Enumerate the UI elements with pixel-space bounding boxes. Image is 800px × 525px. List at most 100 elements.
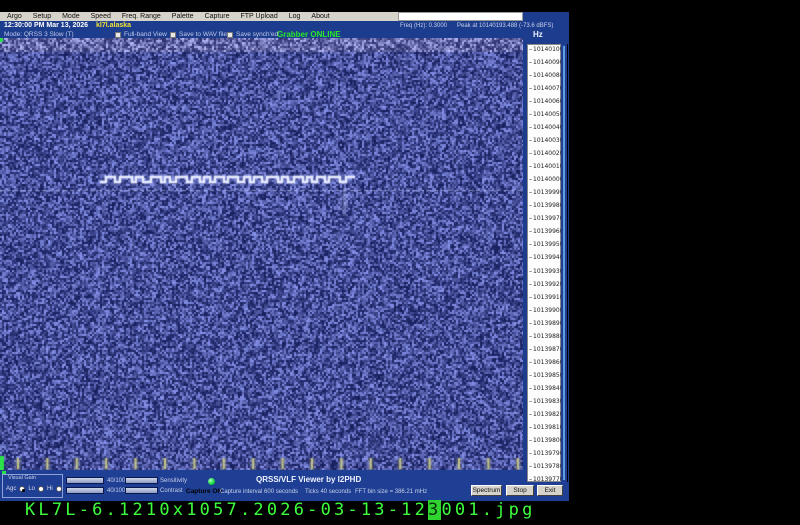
freq-readout: Freq (Hz): 0.3000 <box>400 23 447 29</box>
scale-tick-mark: – <box>529 359 532 366</box>
waterfall-display[interactable] <box>0 38 523 470</box>
scale-tick-mark: – <box>529 268 532 275</box>
status-row-time: 12:30:00 PM Mar 13, 2026 kl7l.alaska Fre… <box>0 21 569 30</box>
checkbox-label: Save synch'ed <box>236 31 278 38</box>
scale-tick-mark: – <box>529 59 532 66</box>
scale-tick-label: –10139930 <box>529 268 564 275</box>
scale-tick-mark: – <box>529 215 532 222</box>
frequency-scale: –10140100–10140090–10140080–10140070–101… <box>527 44 561 482</box>
radio-label-lo: Lo <box>28 486 35 492</box>
checkbox-box[interactable] <box>170 32 176 38</box>
menu-item-palette[interactable]: Palette <box>172 13 194 20</box>
menu-item-freq-range[interactable]: Freq. Range <box>122 13 161 20</box>
checkbox-save-to-wav-file[interactable]: Save to WAV file <box>170 31 227 38</box>
scale-tick-mark: – <box>529 398 532 405</box>
scale-tick-label: –10139980 <box>529 202 564 209</box>
scale-tick-label: –10139890 <box>529 320 564 327</box>
scale-tick-mark: – <box>529 46 532 53</box>
mode-text: Mode: QRSS 3 Slow (T) <box>4 31 74 38</box>
menu-item-setup[interactable]: Setup <box>33 13 51 20</box>
menu-item-argo[interactable]: Argo <box>7 13 22 20</box>
gain-radio-group: AgcLoHi <box>6 486 62 492</box>
radio-agc[interactable] <box>19 486 25 492</box>
scale-tick-label: –10140040 <box>529 124 564 131</box>
menu-bar: Argo Setup Mode Speed Freq. Range Palette Capt… <box>0 12 398 21</box>
scale-tick-mark: – <box>529 254 532 261</box>
scale-tick-mark: – <box>529 450 532 457</box>
status-row-mode: Mode: QRSS 3 Slow (T) Grabber ONLINE Hz … <box>0 30 569 38</box>
spectrum-button[interactable]: Spectrum <box>471 485 502 496</box>
checkbox-box[interactable] <box>115 32 121 38</box>
radio-label-agc: Agc <box>6 486 16 492</box>
scale-tick-mark: – <box>529 346 532 353</box>
station-callsign-text: kl7l.alaska <box>96 22 131 29</box>
sensitivity-led-indicator <box>208 478 215 485</box>
scale-tick-mark: – <box>529 163 532 170</box>
ticks-label: Ticks 40 seconds <box>305 489 351 495</box>
scale-tick-mark: – <box>529 228 532 235</box>
visual-gain-label: Visual Gain <box>7 475 37 481</box>
menu-item-ftp-upload[interactable]: FTP Upload <box>240 13 277 20</box>
fft-bin-size-label: FFT bin size = 386.21 mHz <box>355 489 427 495</box>
scale-tick-mark: – <box>529 98 532 105</box>
scale-tick-label: –10139870 <box>529 346 564 353</box>
viewer-title: QRSS/VLF Viewer by I2PHD <box>256 475 361 484</box>
peak-readout: Peak at 10140193.488 (-73.6 dBFS) <box>457 23 553 29</box>
scale-tick-label: –10139810 <box>529 424 564 431</box>
scale-tick-label: –10139880 <box>529 333 564 340</box>
capture-on-status: Capture ON <box>186 488 222 495</box>
menu-item-capture[interactable]: Capture <box>205 13 230 20</box>
radio-hi[interactable] <box>56 486 62 492</box>
scale-tick-label: –10139800 <box>529 437 564 444</box>
exit-button[interactable]: Exit <box>537 485 563 496</box>
scale-scrollbar[interactable] <box>561 44 568 482</box>
scale-tick-label: –10139780 <box>529 463 564 470</box>
checkbox-full-band-view[interactable]: Full-band View <box>115 31 167 38</box>
scale-tick-label: –10139860 <box>529 359 564 366</box>
scale-tick-mark: – <box>529 385 532 392</box>
menu-blank-field[interactable] <box>398 12 523 21</box>
scale-tick-mark: – <box>529 85 532 92</box>
scale-tick-label: –10140000 <box>529 176 564 183</box>
scale-tick-label: –10140010 <box>529 163 564 170</box>
radio-lo[interactable] <box>38 486 44 492</box>
scale-tick-mark: – <box>529 124 532 131</box>
argo-app-window: Argo Setup Mode Speed Freq. Range Palette Capt… <box>0 12 569 501</box>
hz-unit-label: Hz <box>533 30 543 39</box>
scale-tick-label: –10139900 <box>529 307 564 314</box>
contrast-slider-extension[interactable] <box>125 487 158 494</box>
clock-date-text: 12:30:00 PM Mar 13, 2026 <box>4 22 88 29</box>
scale-tick-label: –10139820 <box>529 411 564 418</box>
scale-tick-label: –10140100 <box>529 46 564 53</box>
scale-tick-mark: – <box>529 411 532 418</box>
menu-item-mode[interactable]: Mode <box>62 13 80 20</box>
stop-button[interactable]: Stop <box>506 485 534 496</box>
scale-tick-mark: – <box>529 111 532 118</box>
scale-tick-label: –10139950 <box>529 241 564 248</box>
scale-scrollbar-thumb <box>563 46 565 480</box>
screen-background: Argo Setup Mode Speed Freq. Range Palette Capt… <box>0 0 800 525</box>
contrast-slider[interactable] <box>66 487 104 494</box>
sensitivity-slider-extension[interactable] <box>125 477 158 484</box>
filename-prefix: KL7L-6.1210x1057.2026-03-13-12 <box>25 500 428 520</box>
scale-tick-mark: – <box>529 320 532 327</box>
sensitivity-slider[interactable] <box>66 477 104 484</box>
scale-tick-mark: – <box>529 372 532 379</box>
checkbox-box[interactable] <box>227 32 233 38</box>
scale-tick-mark: – <box>529 176 532 183</box>
scale-tick-mark: – <box>529 281 532 288</box>
scale-tick-label: –10139850 <box>529 372 564 379</box>
scale-tick-mark: – <box>529 189 532 196</box>
scale-tick-label: –10139910 <box>529 294 564 301</box>
menu-item-log[interactable]: Log <box>289 13 301 20</box>
sensitivity-label: Sensitivity <box>160 478 187 484</box>
menu-item-about[interactable]: About <box>311 13 329 20</box>
filename-suffix: 001.jpg <box>441 500 535 520</box>
filename-cursor: 3 <box>428 500 441 520</box>
checkbox-label: Save to WAV file <box>179 31 227 38</box>
checkbox-label: Full-band View <box>124 31 167 38</box>
scale-tick-mark: – <box>529 72 532 79</box>
menu-item-speed[interactable]: Speed <box>91 13 111 20</box>
checkbox-save-synch-ed[interactable]: Save synch'ed <box>227 31 278 38</box>
scale-tick-label: –10139790 <box>529 450 564 457</box>
